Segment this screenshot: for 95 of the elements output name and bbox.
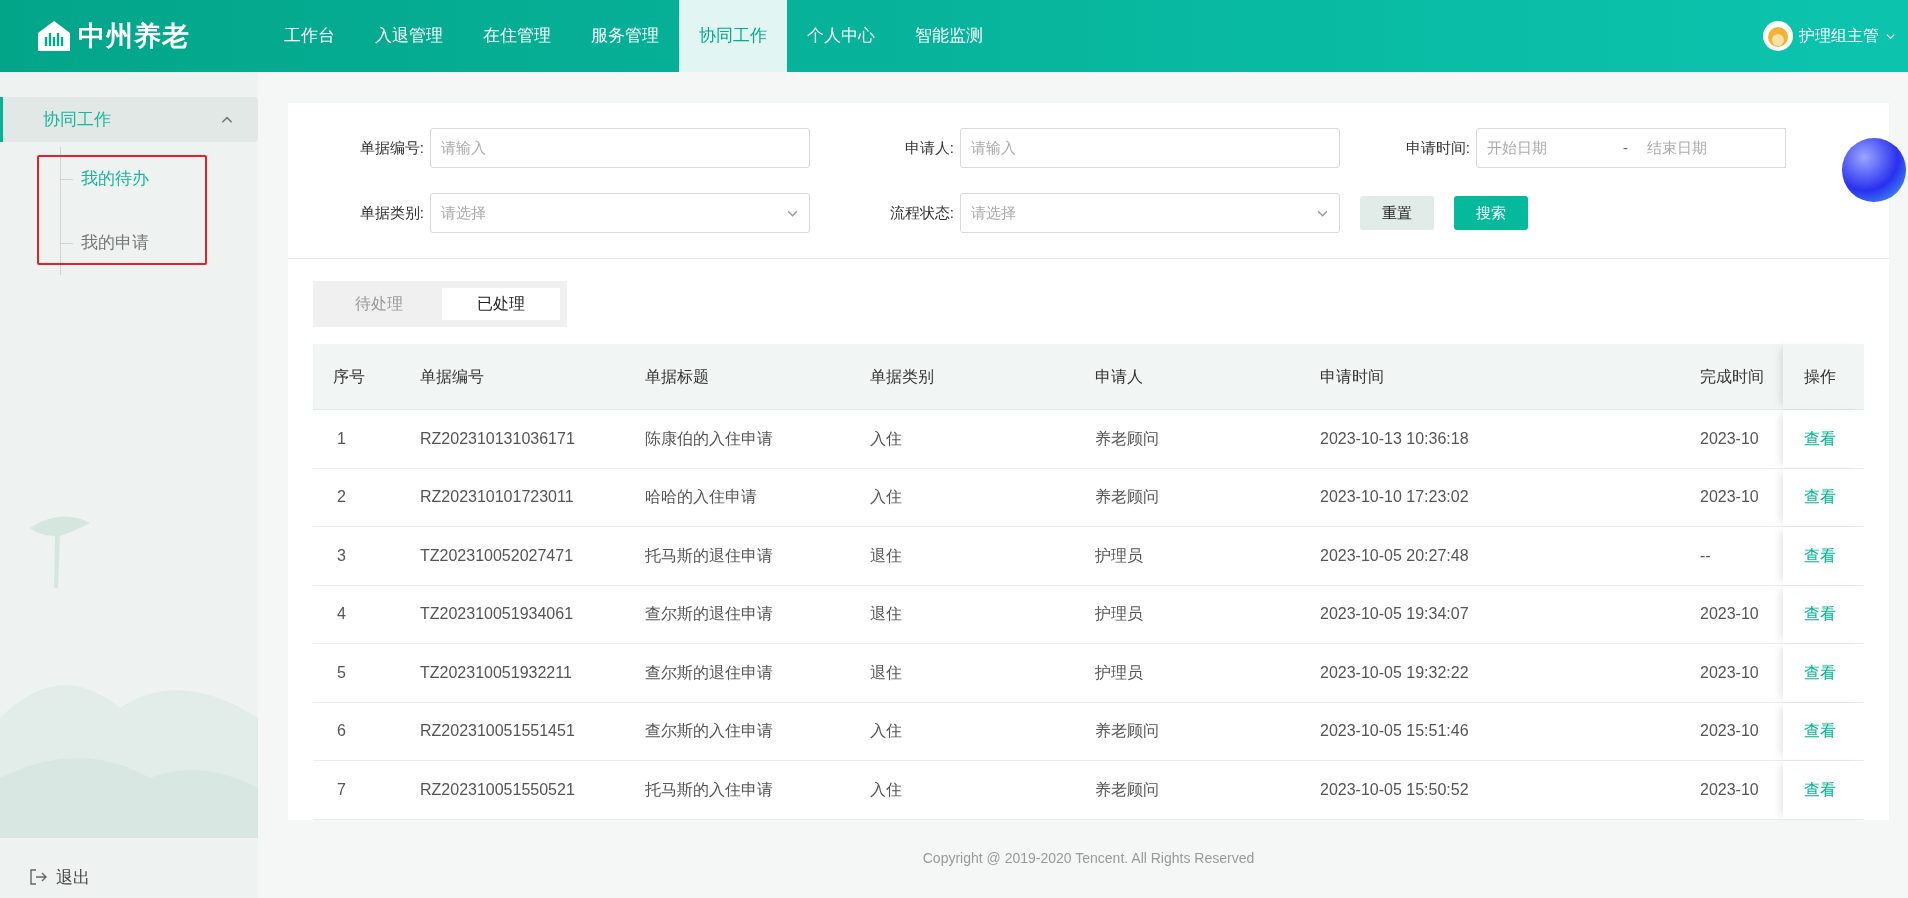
tab[interactable]: 已处理 [442,288,560,320]
table-cell-text: 养老顾问 [1095,428,1159,449]
table-cell-text: 7 [337,779,346,800]
table-cell-text: 养老顾问 [1095,721,1159,742]
table-cell-text: 托马斯的退住申请 [645,545,773,566]
date-range-field[interactable]: 开始日期 - 结束日期 [1476,128,1786,168]
table-cell-text: 查尔斯的入住申请 [645,721,773,742]
table-cell-text: 入住 [870,779,902,800]
select-field[interactable]: 请选择 [430,193,810,233]
view-link[interactable]: 查看 [1804,777,1836,802]
view-link[interactable]: 查看 [1804,543,1836,568]
table-cell-text: 哈哈的入住申请 [645,487,757,508]
table-cell-text: 2023-10 [1700,604,1759,625]
logo-text: 中州养老 [78,19,190,53]
table-cell-text: 3 [337,545,346,566]
table-cell-text: 2023-10-05 19:34:07 [1320,604,1469,625]
column-header: 单据标题 [645,366,709,387]
nav-tab[interactable]: 入退管理 [355,0,463,72]
table-cell-text: 养老顾问 [1095,779,1159,800]
column-header: 操作 [1804,366,1836,387]
table-cell-text: 2023-10 [1700,428,1759,449]
nav-tab[interactable]: 协同工作 [679,0,787,72]
table-cell-text: 1 [337,428,346,449]
menu-item[interactable]: 我的申请 [81,230,149,256]
table-cell-text: 托马斯的入住申请 [645,779,773,800]
table-cell-text: 退住 [870,604,902,625]
table-cell-text: 2023-10-05 20:27:48 [1320,545,1469,566]
field-label: 申请人: [903,137,955,158]
table-cell-text: 查尔斯的退住申请 [645,604,773,625]
column-header: 申请人 [1095,366,1143,387]
table-cell-text: 2023-10 [1700,662,1759,683]
copyright-text: Copyright @ 2019-2020 Tencent. All Rights Reserved [922,849,1255,869]
table-cell-text: TZ202310051932211 [420,662,572,683]
table-cell-text: 2023-10-05 15:50:52 [1320,779,1469,800]
table-cell-text: TZ202310051934061 [420,604,574,625]
table-cell-text: 2023-10 [1700,487,1759,508]
table-cell-text: 5 [337,662,346,683]
user-name[interactable]: 护理组主管 [1799,24,1879,48]
nav-tab[interactable]: 服务管理 [571,0,679,72]
table-cell-text: 退住 [870,545,902,566]
table-cell-text: 护理员 [1095,662,1143,683]
view-link[interactable]: 查看 [1804,602,1836,627]
table-cell-text: 入住 [870,721,902,742]
table-cell-text: 2023-10-13 10:36:18 [1320,428,1469,449]
field-label: 单据编号: [358,137,425,158]
table-cell-text: 2 [337,487,346,508]
nav-tab[interactable]: 智能监测 [895,0,1003,72]
table-cell-text: 入住 [870,487,902,508]
table-cell-text: RZ202310051550521 [420,779,575,800]
search-button[interactable]: 搜索 [1454,196,1528,230]
field-label: 流程状态: [888,202,955,223]
nav-tab[interactable]: 工作台 [264,0,355,72]
menu-group[interactable]: 协同工作 [0,97,258,142]
column-header: 单据编号 [420,366,484,387]
column-header: 完成时间 [1700,366,1764,387]
view-link[interactable]: 查看 [1804,719,1836,744]
table-cell-text: 2023-10-05 19:32:22 [1320,662,1469,683]
table-cell-text: 2023-10 [1700,779,1759,800]
table-cell-text: 护理员 [1095,604,1143,625]
view-link[interactable]: 查看 [1804,660,1836,685]
table-cell-text: 2023-10 [1700,721,1759,742]
logout-link[interactable]: 退出 [56,864,90,890]
table-cell-text: 查尔斯的退住申请 [645,662,773,683]
column-header: 序号 [333,366,365,387]
logout-icon[interactable] [28,867,48,888]
table-cell-text: 2023-10-10 17:23:02 [1320,487,1469,508]
menu-item[interactable]: 我的待办 [81,166,149,192]
table-cell-text: 养老顾问 [1095,487,1159,508]
table-cell-text: RZ202310101723011 [420,487,574,508]
table-cell-text: RZ202310051551451 [420,721,575,742]
table-cell-text: 退住 [870,662,902,683]
table-cell-text: 陈康伯的入住申请 [645,428,773,449]
table-cell-text: 护理员 [1095,545,1143,566]
table-cell-text: RZ202310131036171 [420,428,575,449]
column-header: 单据类别 [870,366,934,387]
view-link[interactable]: 查看 [1804,485,1836,510]
tab[interactable]: 待处理 [320,288,438,320]
field-label: 申请时间: [1404,137,1471,158]
house-logo-icon [36,19,72,53]
table-cell-text: 2023-10-05 15:51:46 [1320,721,1469,742]
nav-tab[interactable]: 个人中心 [787,0,895,72]
select-field[interactable]: 请选择 [960,193,1340,233]
view-link[interactable]: 查看 [1804,426,1836,451]
table-cell-text: 6 [337,721,346,742]
input-field[interactable]: 请输入 [430,128,810,168]
table-cell-text: TZ202310052027471 [420,545,574,566]
column-header: 申请时间 [1320,366,1384,387]
table-cell-text: 4 [337,604,346,625]
field-label: 单据类别: [358,202,425,223]
nav-tab[interactable]: 在住管理 [463,0,571,72]
avatar-icon [1763,21,1793,51]
reset-button[interactable]: 重置 [1360,196,1434,230]
table-cell-text: -- [1700,545,1711,566]
table-cell-text: 入住 [870,428,902,449]
input-field[interactable]: 请输入 [960,128,1340,168]
